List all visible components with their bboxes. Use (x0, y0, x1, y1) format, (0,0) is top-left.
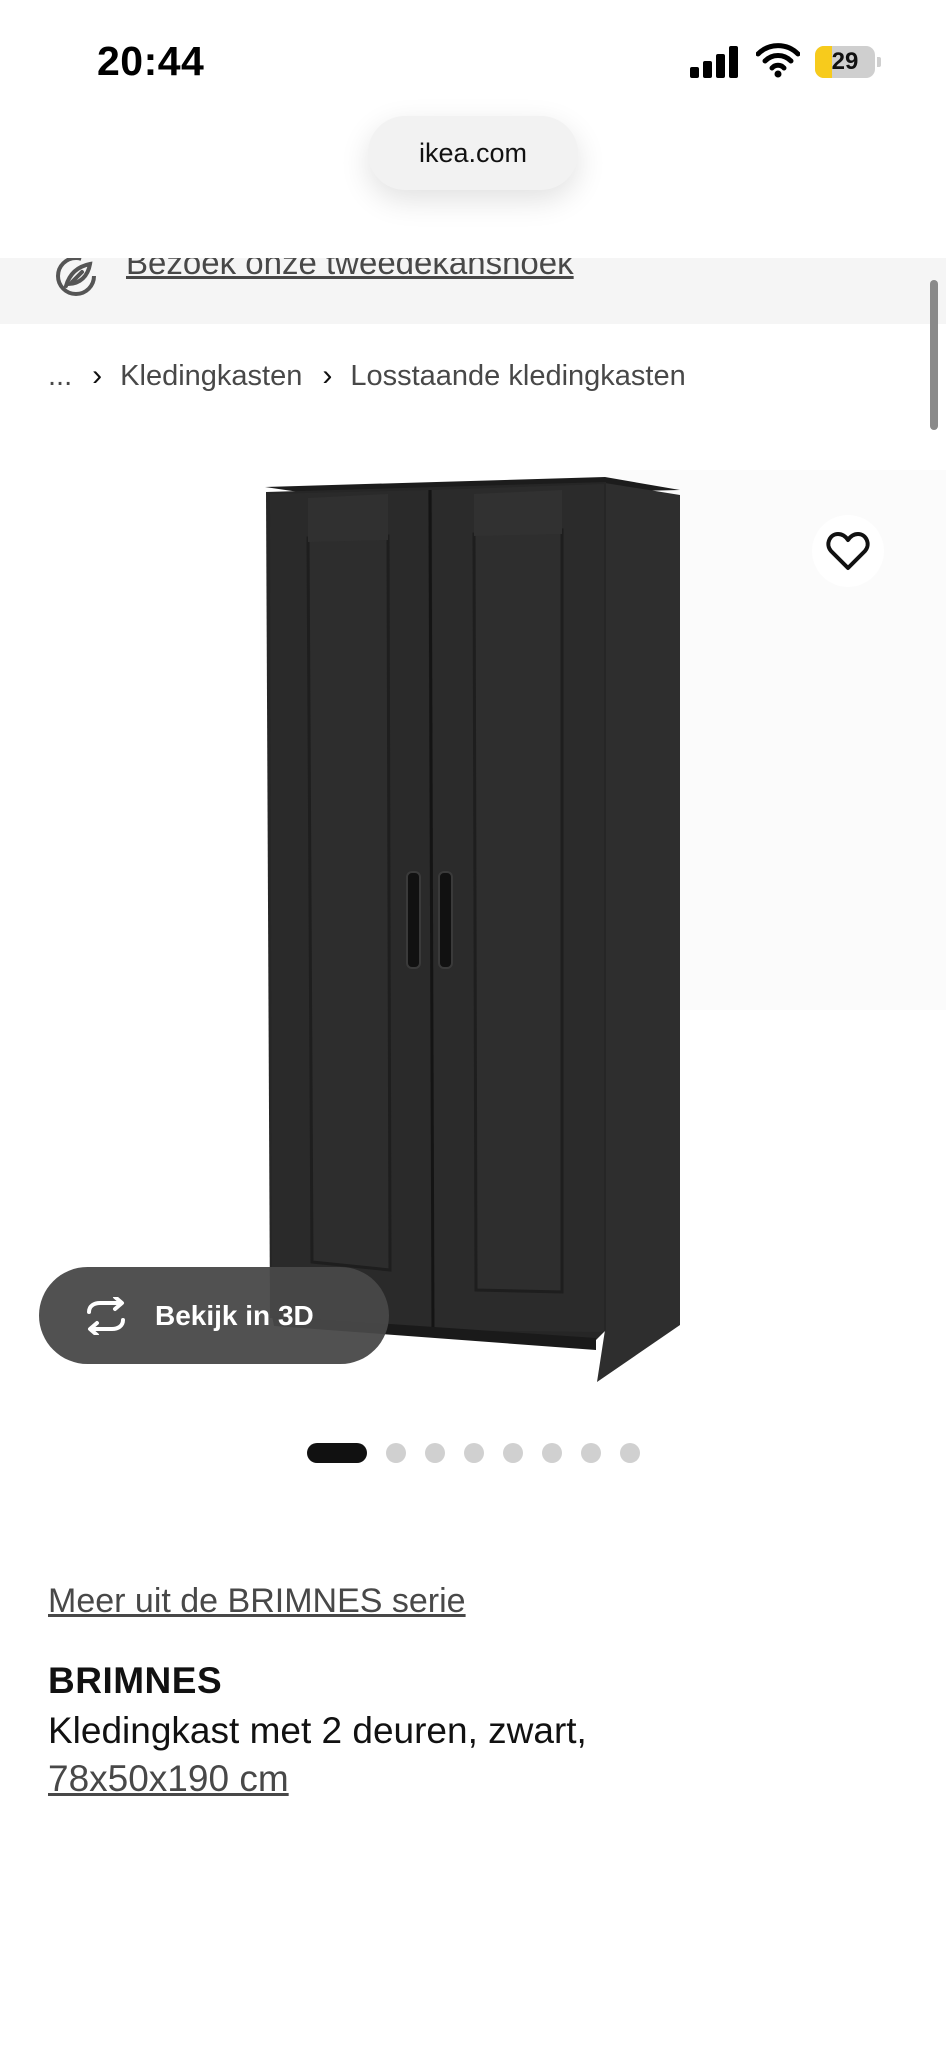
status-bar: 20:44 29 (0, 0, 946, 110)
signal-icon (690, 46, 740, 78)
recycle-leaf-icon (56, 258, 96, 296)
carousel-dot[interactable] (464, 1443, 484, 1463)
chevron-right-icon: › (92, 359, 103, 392)
carousel-dot[interactable] (425, 1443, 445, 1463)
view-3d-button[interactable]: Bekijk in 3D (39, 1267, 389, 1364)
status-time: 20:44 (97, 38, 205, 84)
product-page: Bezoek onze tweedekanshoek 20:44 29 ikea… (0, 0, 946, 2048)
carousel-dot-active[interactable] (307, 1443, 367, 1463)
view-3d-label: Bekijk in 3D (155, 1300, 314, 1331)
image-carousel-dots (307, 1443, 659, 1463)
heart-icon (826, 532, 870, 570)
second-chance-link[interactable]: Bezoek onze tweedekanshoek (126, 258, 574, 282)
product-name: BRIMNES (48, 1660, 223, 1701)
second-chance-banner: Bezoek onze tweedekanshoek (0, 258, 946, 324)
breadcrumb-item-losstaande-kledingkasten[interactable]: Losstaande kledingkasten (350, 360, 685, 393)
carousel-dot[interactable] (620, 1443, 640, 1463)
chevron-right-icon: › (322, 359, 333, 392)
battery-level: 29 (831, 48, 859, 75)
breadcrumb-ellipsis[interactable]: ... (48, 360, 72, 393)
carousel-dot[interactable] (503, 1443, 523, 1463)
scrollbar-thumb[interactable] (930, 280, 938, 430)
product-image[interactable] (0, 460, 946, 1400)
product-description: Kledingkast met 2 deuren, zwart, (48, 1710, 587, 1751)
rotate-3d-icon (87, 1297, 125, 1335)
breadcrumb: ... › Kledingkasten › Losstaande kleding… (48, 355, 686, 397)
product-size-link[interactable]: 78x50x190 cm (48, 1758, 289, 1800)
carousel-dot[interactable] (581, 1443, 601, 1463)
favorite-button[interactable] (812, 515, 884, 587)
carousel-dot[interactable] (542, 1443, 562, 1463)
battery-icon: 29 (815, 46, 881, 78)
url-bar[interactable]: ikea.com (368, 116, 578, 190)
series-link[interactable]: Meer uit de BRIMNES serie (48, 1582, 466, 1621)
wifi-icon (756, 43, 800, 78)
breadcrumb-item-kledingkasten[interactable]: Kledingkasten (120, 360, 302, 393)
carousel-dot[interactable] (386, 1443, 406, 1463)
